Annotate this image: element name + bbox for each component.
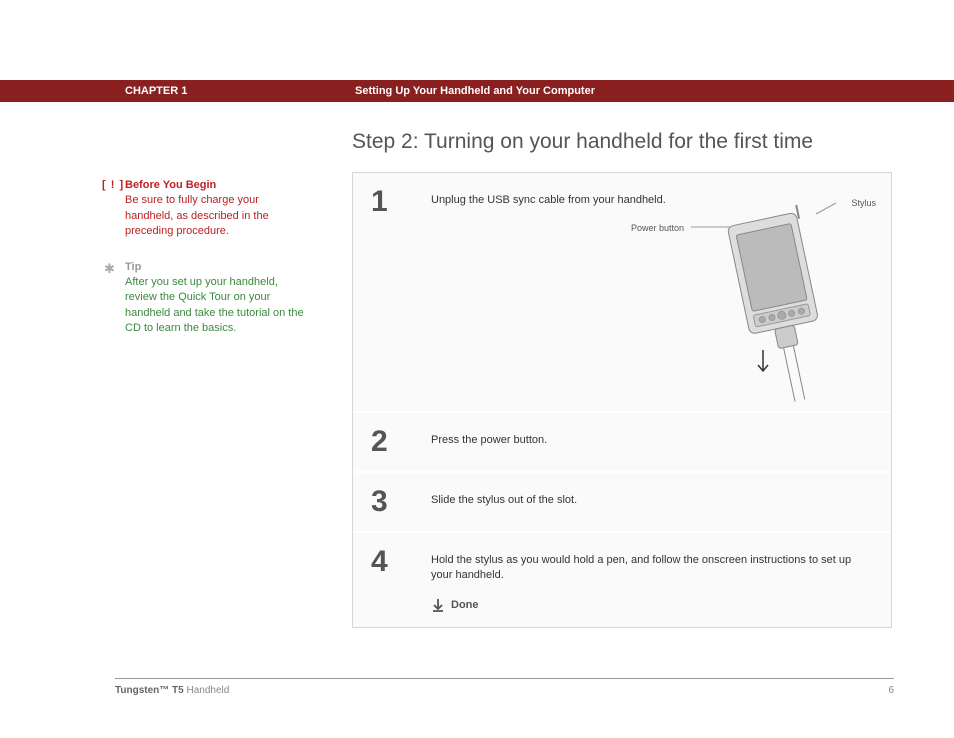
step-row: 2 Press the power button. [353, 413, 891, 473]
step-text: Slide the stylus out of the slot. [431, 487, 873, 517]
sidebar: [ ! ] Before You Begin Be sure to fully … [100, 178, 310, 357]
page-footer: Tungsten™ T5 Handheld 6 [115, 678, 894, 696]
alert-icon: [ ! ] [102, 178, 124, 193]
product-rest: Handheld [184, 685, 230, 696]
power-button-label: Power button [631, 223, 684, 233]
step-text: Press the power button. [431, 427, 873, 457]
before-title: Before You Begin [125, 179, 216, 191]
step-row: 4 Hold the stylus as you would hold a pe… [353, 533, 891, 627]
tip-title: Tip [125, 261, 141, 273]
steps-table: 1 Unplug the USB sync cable from your ha… [352, 172, 892, 628]
step-number: 2 [371, 427, 431, 457]
stylus-label: Stylus [851, 198, 876, 208]
content: Step 2: Turning on your handheld for the… [100, 120, 894, 668]
product-bold: Tungsten™ T5 [115, 685, 184, 696]
handheld-illustration: Power button Stylus [681, 193, 871, 403]
done-marker: Done [431, 598, 873, 613]
step-number: 1 [371, 187, 431, 397]
product-name: Tungsten™ T5 Handheld [115, 685, 229, 696]
chapter-number: CHAPTER 1 [125, 85, 187, 97]
asterisk-icon: ✱ [104, 260, 115, 278]
step-text: Hold the stylus as you would hold a pen,… [431, 547, 873, 613]
before-body: Be sure to fully charge your handheld, a… [125, 194, 269, 237]
chapter-header: CHAPTER 1 Setting Up Your Handheld and Y… [0, 80, 954, 102]
page-number: 6 [888, 685, 894, 696]
step-number: 3 [371, 487, 431, 517]
page-heading: Step 2: Turning on your handheld for the… [352, 130, 813, 154]
tip-body: After you set up your handheld, review t… [125, 276, 304, 334]
done-label: Done [451, 598, 479, 613]
before-you-begin-block: [ ! ] Before You Begin Be sure to fully … [100, 178, 310, 240]
step-row: 1 Unplug the USB sync cable from your ha… [353, 173, 891, 413]
tip-block: ✱ Tip After you set up your handheld, re… [100, 260, 310, 337]
step-number: 4 [371, 547, 431, 613]
step4-text: Hold the stylus as you would hold a pen,… [431, 554, 851, 581]
step-row: 3 Slide the stylus out of the slot. [353, 473, 891, 533]
chapter-title: Setting Up Your Handheld and Your Comput… [355, 85, 595, 97]
done-arrow-icon [431, 598, 445, 612]
